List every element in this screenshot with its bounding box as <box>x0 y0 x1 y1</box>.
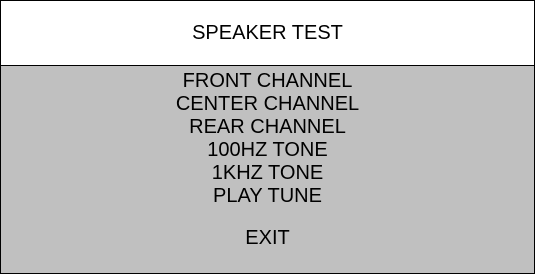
menu-item-front-channel[interactable]: FRONT CHANNEL <box>1 71 534 91</box>
menu-item-1khz-tone[interactable]: 1KHZ TONE <box>1 163 534 183</box>
menu-item-center-channel[interactable]: CENTER CHANNEL <box>1 94 534 114</box>
page-title: SPEAKER TEST <box>192 21 343 44</box>
menu-item-exit[interactable]: EXIT <box>1 228 534 248</box>
title-bar: SPEAKER TEST <box>1 1 534 66</box>
speaker-test-panel: SPEAKER TEST FRONT CHANNEL CENTER CHANNE… <box>0 0 535 274</box>
menu-item-100hz-tone[interactable]: 100HZ TONE <box>1 140 534 160</box>
menu-item-play-tune[interactable]: PLAY TUNE <box>1 186 534 206</box>
menu-area: FRONT CHANNEL CENTER CHANNEL REAR CHANNE… <box>1 66 534 273</box>
menu-item-rear-channel[interactable]: REAR CHANNEL <box>1 117 534 137</box>
